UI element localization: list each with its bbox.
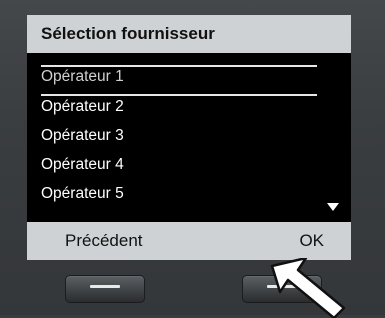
arrow-pointer-icon xyxy=(270,258,346,318)
scroll-down-icon xyxy=(327,203,339,211)
softkey-ok-label: OK xyxy=(299,231,324,250)
left-softkey-button[interactable] xyxy=(65,275,145,303)
title-bar: Sélection fournisseur xyxy=(27,15,351,53)
phone-device: Sélection fournisseur Opérateur 1 Opérat… xyxy=(0,0,385,318)
softkey-back-label: Précédent xyxy=(65,231,143,250)
screen-title: Sélection fournisseur xyxy=(41,24,215,43)
list-item-operateur-2[interactable]: Opérateur 2 xyxy=(41,93,124,121)
handset-display: Sélection fournisseur Opérateur 1 Opérat… xyxy=(27,15,351,260)
list-item-operateur-4[interactable]: Opérateur 4 xyxy=(41,151,124,179)
list-item-operateur-1[interactable]: Opérateur 1 xyxy=(41,63,124,91)
list-item-operateur-5[interactable]: Opérateur 5 xyxy=(41,180,124,208)
softkey-bar: Précédent OK xyxy=(27,222,351,260)
list-item-operateur-3[interactable]: Opérateur 3 xyxy=(41,122,124,150)
dash-icon xyxy=(90,285,120,288)
